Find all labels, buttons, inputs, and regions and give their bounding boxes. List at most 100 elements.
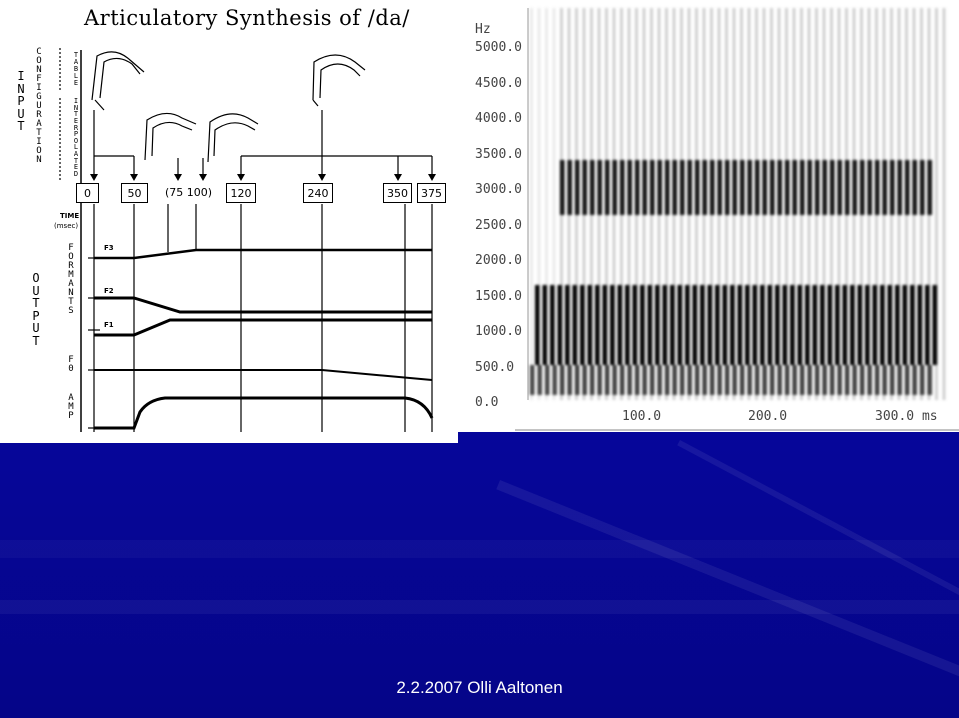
formant-band: [785, 365, 790, 395]
formant-band: [860, 160, 865, 215]
formant-band: [597, 365, 602, 395]
formant-band: [550, 285, 555, 365]
formant-band: [852, 160, 857, 215]
formant-band: [715, 285, 720, 365]
decor-stripe: [0, 600, 959, 614]
formant-band: [910, 285, 915, 365]
formant-band: [597, 160, 602, 215]
formant-band: [880, 285, 885, 365]
formant-band: [925, 285, 930, 365]
formant-band: [725, 365, 730, 395]
formant-band: [692, 285, 697, 365]
formant-band: [820, 285, 825, 365]
formant-band: [640, 285, 645, 365]
y-tick-label: 4000.0: [475, 111, 522, 126]
formant-band: [545, 365, 550, 395]
formant-band: [752, 285, 757, 365]
y-tick-label: 500.0: [475, 359, 515, 375]
formant-band: [760, 285, 765, 365]
y-tick-label: 2500.0: [475, 217, 522, 233]
formant-band: [567, 365, 572, 395]
formant-band: [852, 365, 857, 395]
formant-band: [632, 285, 637, 365]
formant-band: [590, 160, 595, 215]
y-tick-label: 4500.0: [475, 75, 522, 91]
formant-band: [732, 160, 737, 215]
formant-band: [580, 285, 585, 365]
formant-band: [695, 365, 700, 395]
formant-band: [535, 285, 540, 365]
formant-band: [837, 160, 842, 215]
formant-band: [777, 160, 782, 215]
formant-band: [785, 160, 790, 215]
formant-band: [882, 160, 887, 215]
x-tick-200: 200.0: [748, 409, 788, 424]
formant-band: [740, 365, 745, 395]
formant-band: [920, 365, 925, 395]
formant-band: [635, 160, 640, 215]
glottal-pulse: [530, 8, 533, 400]
formant-band: [737, 285, 742, 365]
formant-band: [672, 365, 677, 395]
formant-band: [662, 285, 667, 365]
formant-band: [895, 285, 900, 365]
hz-unit-label: Hz: [475, 22, 491, 37]
decor-stripe: [0, 540, 959, 558]
formant-band: [912, 365, 917, 395]
formant-band: [905, 365, 910, 395]
formant-band: [875, 365, 880, 395]
y-tick-label: 3500.0: [475, 146, 522, 162]
formant-band: [897, 160, 902, 215]
formant-band: [865, 285, 870, 365]
formant-band: [770, 160, 775, 215]
formant-band: [602, 285, 607, 365]
y-tick-label: 1500.0: [475, 288, 522, 304]
formant-band: [687, 160, 692, 215]
formant-band: [552, 365, 557, 395]
formant-band: [605, 365, 610, 395]
formant-band: [822, 160, 827, 215]
formant-band: [575, 160, 580, 215]
footer-text: 2.2.2007 Olli Aaltonen: [396, 678, 563, 697]
formant-band: [610, 285, 615, 365]
formant-band: [902, 285, 907, 365]
formant-band: [650, 160, 655, 215]
formant-band: [800, 160, 805, 215]
x-tick-100: 100.0: [622, 409, 662, 424]
footer-credit: 2.2.2007 Olli Aaltonen: [0, 678, 959, 698]
formant-band: [807, 160, 812, 215]
formant-band: [777, 365, 782, 395]
formant-band: [627, 365, 632, 395]
formant-band: [827, 285, 832, 365]
formant-band: [792, 365, 797, 395]
formant-band: [882, 365, 887, 395]
formant-band: [867, 160, 872, 215]
glottal-pulse: [942, 8, 946, 400]
formant-band: [905, 160, 910, 215]
formant-band: [707, 285, 712, 365]
formant-band: [575, 365, 580, 395]
formant-band: [665, 160, 670, 215]
formant-band: [887, 285, 892, 365]
formant-band: [890, 160, 895, 215]
formant-band: [762, 365, 767, 395]
formant-band: [617, 285, 622, 365]
formant-band: [747, 160, 752, 215]
formant-band: [850, 285, 855, 365]
formant-band: [857, 285, 862, 365]
formant-band: [797, 285, 802, 365]
formant-band: [812, 285, 817, 365]
formant-band: [845, 160, 850, 215]
formant-band: [565, 285, 570, 365]
y-tick-label: 3000.0: [475, 182, 522, 197]
formant-band: [685, 285, 690, 365]
formant-band: [872, 285, 877, 365]
formant-band: [835, 285, 840, 365]
formant-band: [582, 365, 587, 395]
formant-band: [702, 365, 707, 395]
formant-band: [932, 285, 937, 365]
formant-band: [767, 285, 772, 365]
formant-band: [655, 285, 660, 365]
formant-band: [587, 285, 592, 365]
formant-band: [680, 160, 685, 215]
